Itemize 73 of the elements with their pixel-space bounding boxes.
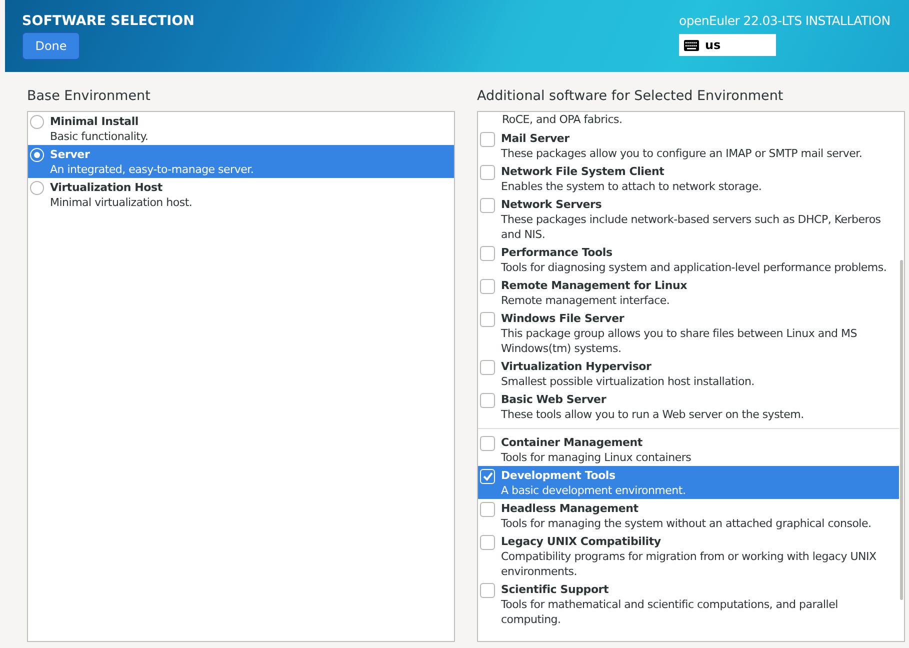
section-heading: Base Environment xyxy=(27,88,152,106)
option-description: Smallest possible virtualization host installation. xyxy=(501,374,754,389)
radio-button[interactable] xyxy=(30,181,44,195)
option-description: These tools allow you to run a Web server on the system. xyxy=(501,407,804,422)
option-name: Container Management xyxy=(501,435,644,450)
option-name: Mail Server xyxy=(501,131,570,146)
checkbox[interactable] xyxy=(480,198,495,213)
keyboard-icon xyxy=(684,40,699,50)
option-description: These packages allow you to configure an IMAP or SMTP mail server. xyxy=(501,146,862,161)
option-name: Network File System Client xyxy=(501,164,666,179)
checkbox[interactable] xyxy=(480,583,495,598)
software-option[interactable]: Network File System Client Enables the system to attach to network storage. xyxy=(478,162,899,195)
checkbox[interactable] xyxy=(480,165,495,180)
option-name: Virtualization Host xyxy=(50,180,164,195)
section-heading: Additional software for Selected Environment xyxy=(477,88,784,106)
environment-option[interactable]: Minimal Install Basic functionality. xyxy=(28,112,454,145)
option-description: Basic functionality. xyxy=(50,129,148,144)
option-description: Tools for mathematical and scientific computations, and parallel computing. xyxy=(501,597,839,627)
option-description: Tools for managing Linux containers xyxy=(501,450,692,465)
done-button[interactable]: Done xyxy=(22,32,80,60)
page-title: SOFTWARE SELECTION xyxy=(22,13,194,29)
option-name: Performance Tools xyxy=(501,245,614,260)
software-option[interactable]: Windows File Server This package group allows you to share files between Linux and MS Windows(tm) systems. xyxy=(478,309,899,357)
option-name: Legacy UNIX Compatibility xyxy=(501,534,662,549)
option-description: Remote management interface. xyxy=(501,293,671,308)
option-description: RoCE, and OPA fabrics. xyxy=(501,112,624,128)
option-description: This package group allows you to share files between Linux and MS Windows(tm) systems. xyxy=(501,326,858,356)
environment-option[interactable]: Server An integrated, easy-to-manage server. xyxy=(28,145,454,178)
option-name: Windows File Server xyxy=(501,311,626,326)
option-description: Minimal virtualization host. xyxy=(50,195,192,210)
checkbox[interactable] xyxy=(480,535,495,550)
option-name: Development Tools xyxy=(501,468,616,483)
option-name: Network Servers xyxy=(501,197,603,212)
keyboard-layout-value: us xyxy=(705,38,721,52)
option-description: Compatibility programs for migration from or working with legacy UNIX environments. xyxy=(501,549,878,579)
checkbox[interactable] xyxy=(480,436,495,451)
option-description: These packages include network-based servers such as DHCP, Kerberos and NIS. xyxy=(501,212,882,242)
software-option[interactable]: Virtualization Hypervisor Smallest possible virtualization host installation. xyxy=(478,357,899,390)
option-name: Basic Web Server xyxy=(501,392,608,407)
option-name: Server xyxy=(50,147,91,162)
software-option[interactable]: Mail Server These packages allow you to configure an IMAP or SMTP mail server. xyxy=(478,129,899,162)
checkbox[interactable] xyxy=(480,279,495,294)
software-option[interactable]: Remote Management for Linux Remote management interface. xyxy=(478,276,899,309)
option-name: Scientific Support xyxy=(501,582,610,597)
scrollbar[interactable] xyxy=(900,260,903,600)
checkbox[interactable] xyxy=(480,502,495,517)
software-option[interactable]: Basic Web Server These tools allow you to run a Web server on the system. xyxy=(478,390,899,423)
checkbox[interactable] xyxy=(480,132,495,147)
software-option[interactable]: Legacy UNIX Compatibility Compatibility programs for migration from or working with legacy UNIX environments. xyxy=(478,532,899,580)
option-description: Tools for diagnosing system and application-level performance problems. xyxy=(501,260,887,275)
checkbox[interactable] xyxy=(480,393,495,408)
environment-option[interactable]: Virtualization Host Minimal virtualization host. xyxy=(28,178,454,211)
option-description: An integrated, easy-to-manage server. xyxy=(50,162,254,177)
product-title: openEuler 22.03-LTS INSTALLATION xyxy=(679,13,890,28)
option-name: Remote Management for Linux xyxy=(501,278,688,293)
checkbox[interactable] xyxy=(480,360,495,375)
option-name: Headless Management xyxy=(501,501,640,516)
checkbox[interactable] xyxy=(480,246,495,261)
option-name: Virtualization Hypervisor xyxy=(501,359,652,374)
software-option[interactable]: Scientific Support Tools for mathematical and scientific computations, and parallel computing. xyxy=(478,580,899,628)
option-description: Enables the system to attach to network storage. xyxy=(501,179,762,194)
software-option[interactable]: Container Management Tools for managing Linux containers xyxy=(478,433,899,466)
software-option[interactable]: Network Servers These packages include network-based servers such as DHCP, Kerberos and NIS. xyxy=(478,195,899,243)
keyboard-layout-field[interactable]: us xyxy=(679,34,776,56)
checkbox[interactable] xyxy=(480,312,495,327)
option-description: Tools for managing the system without an attached graphical console. xyxy=(501,516,872,531)
option-description: A basic development environment. xyxy=(501,483,686,498)
checkmark-icon xyxy=(482,472,492,481)
option-name: Minimal Install xyxy=(50,114,140,129)
software-option[interactable]: Development Tools A basic development environment. xyxy=(478,466,899,499)
radio-button[interactable] xyxy=(30,115,44,129)
software-option[interactable]: Headless Management Tools for managing the system without an attached graphical console. xyxy=(478,499,899,532)
software-option[interactable]: Performance Tools Tools for diagnosing system and application-level performance problems. xyxy=(478,243,899,276)
